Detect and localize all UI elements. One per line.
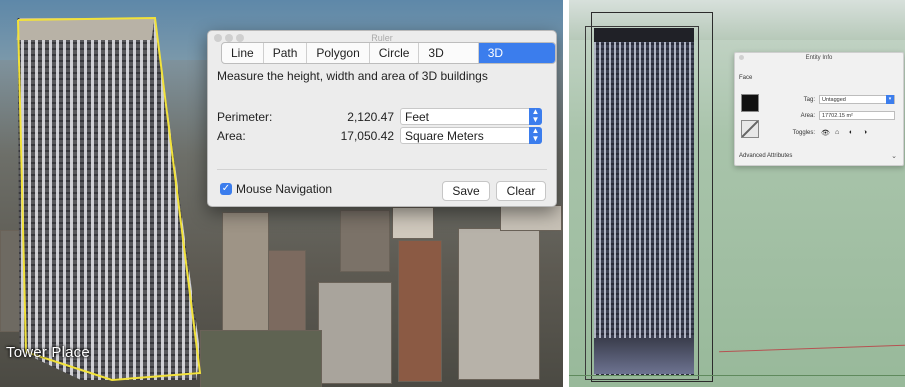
tag-value: Untagged: [822, 97, 846, 103]
save-button[interactable]: Save: [442, 181, 490, 201]
perimeter-value: 2,120.47: [347, 110, 394, 124]
tag-label: Tag:: [803, 97, 815, 103]
clear-button[interactable]: Clear: [496, 181, 546, 201]
city-building: [392, 207, 434, 239]
area-field-label: Area:: [800, 113, 815, 119]
park-area: [200, 330, 322, 387]
city-building: [500, 205, 562, 231]
measure-description: Measure the height, width and area of 3D…: [217, 69, 488, 83]
sketchup-view: Entity Info Face Tag: Untagged ▾ Area: 1…: [569, 0, 905, 387]
entity-info-panel: Entity Info Face Tag: Untagged ▾ Area: 1…: [734, 52, 904, 166]
area-unit-select[interactable]: Square Meters ▲ ▼: [400, 127, 542, 144]
select-arrows-icon: ▲ ▼: [529, 108, 542, 125]
city-building: [398, 240, 442, 382]
city-building: [222, 212, 269, 334]
entity-info-title: Entity Info: [805, 55, 833, 61]
ruler-dialog: Ruler Line Path Polygon Circle 3D path 3…: [207, 30, 557, 207]
area-field[interactable]: 17702.15 m²: [819, 111, 895, 120]
front-material-swatch[interactable]: [741, 94, 759, 112]
city-building: [0, 230, 22, 332]
advanced-attributes-label[interactable]: Advanced Attributes: [739, 153, 792, 159]
tower-building: [17, 18, 200, 380]
entity-type-label: Face: [739, 75, 753, 81]
toggles-label: Toggles:: [792, 130, 815, 136]
measure-mode-tabs: Line Path Polygon Circle 3D path 3D poly…: [221, 42, 556, 64]
place-label: Tower Place: [6, 344, 90, 361]
perimeter-unit-select[interactable]: Feet ▲ ▼: [400, 108, 542, 125]
tab-3d-polygon[interactable]: 3D polygon: [478, 43, 555, 63]
area-unit-value: Square Meters: [405, 129, 484, 143]
visibility-eye-icon[interactable]: 👁: [821, 129, 830, 137]
area-label: Area:: [217, 129, 246, 143]
mouse-navigation-checkbox[interactable]: ✓: [220, 183, 232, 195]
select-arrows-icon: ▲ ▼: [529, 127, 542, 144]
back-material-swatch[interactable]: [741, 120, 759, 138]
divider: [217, 169, 547, 170]
area-value: 17,050.42: [340, 129, 394, 143]
receive-shadows-icon[interactable]: ◑: [863, 129, 867, 136]
green-axis: [569, 375, 905, 376]
red-axis: [719, 344, 905, 353]
tab-3d-path[interactable]: 3D path: [419, 43, 479, 63]
tab-polygon[interactable]: Polygon: [307, 43, 370, 63]
city-building: [318, 282, 392, 384]
cast-shadows-icon[interactable]: ◐: [849, 129, 853, 136]
selection-bounding-box: [585, 26, 699, 380]
perimeter-label: Perimeter:: [217, 110, 273, 124]
advanced-attributes-icon[interactable]: ⌄: [891, 152, 897, 160]
google-earth-view: Tower Place Ruler Line Path Polygon Circ…: [0, 0, 563, 387]
perimeter-unit-value: Feet: [405, 110, 430, 124]
city-building: [340, 210, 390, 272]
tab-line[interactable]: Line: [222, 43, 264, 63]
chevron-down-icon: ▾: [886, 95, 894, 104]
tab-circle[interactable]: Circle: [370, 43, 420, 63]
tag-select[interactable]: Untagged ▾: [819, 95, 895, 104]
tower-roof: [16, 18, 155, 40]
city-building: [458, 228, 540, 380]
tab-path[interactable]: Path: [264, 43, 308, 63]
mouse-navigation-label: Mouse Navigation: [236, 182, 333, 196]
lock-icon[interactable]: ⌂: [835, 129, 839, 136]
